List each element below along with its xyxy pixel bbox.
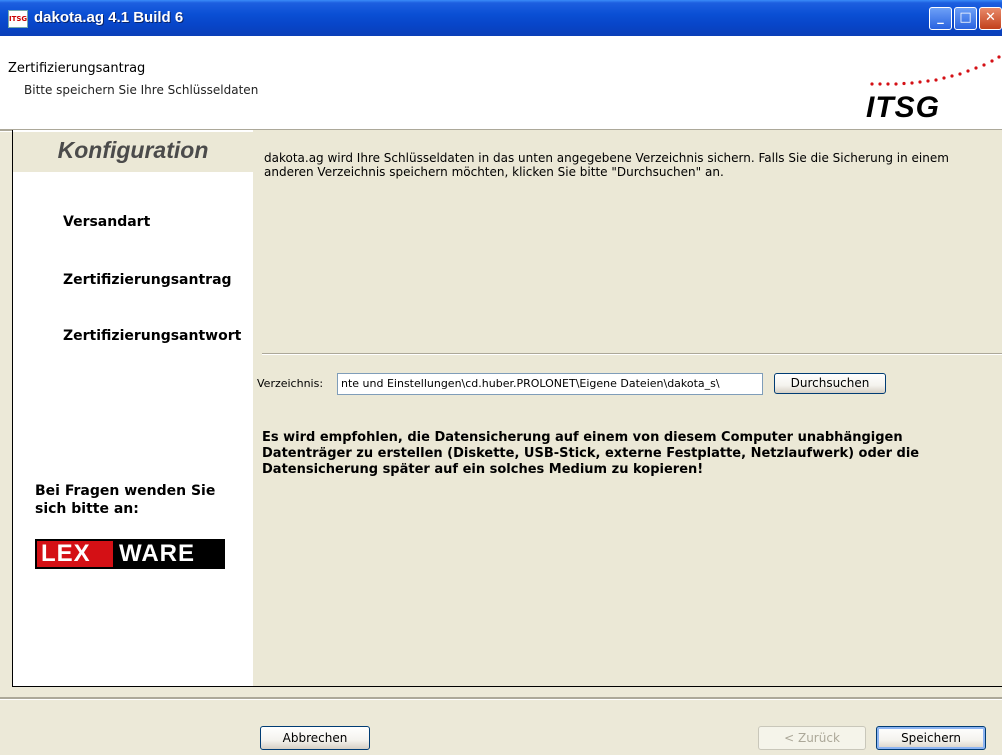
contact-text: Bei Fragen wenden Sie sich bitte an: — [35, 483, 216, 517]
close-icon[interactable]: ✕ — [979, 7, 1002, 30]
cancel-button[interactable]: Abbrechen — [260, 726, 370, 750]
title-bar[interactable]: ITSG dakota.ag 4.1 Build 6 _ □ ✕ — [0, 0, 1002, 36]
footer-divider — [0, 697, 1002, 700]
directory-label: Verzeichnis: — [257, 377, 324, 390]
wizard-header: Zertifizierungsantrag Bitte speichern Si… — [0, 36, 1002, 129]
lex-text: LEX — [41, 540, 91, 567]
ware-text: WARE — [119, 540, 195, 567]
content-divider — [262, 353, 1002, 355]
sidebar-heading: Konfiguration — [57, 137, 209, 163]
sidebar-item-zertifizierungsantrag: Zertifizierungsantrag — [63, 272, 232, 288]
sidebar-item-zertifizierungsantwort: Zertifizierungsantwort — [63, 328, 242, 344]
backup-warning: Es wird empfohlen, die Datensicherung au… — [262, 430, 920, 477]
lexware-logo: LEX WARE — [35, 539, 225, 569]
itsg-logo: ITSG — [866, 91, 941, 124]
itsg-logo-dots-icon — [870, 55, 1001, 86]
window-title: dakota.ag 4.1 Build 6 — [34, 9, 184, 26]
sidebar-heading-bar: Konfiguration — [13, 132, 253, 172]
back-button[interactable]: < Zurück — [758, 726, 866, 750]
sidebar: Konfiguration Versandart Zertifizierungs… — [12, 130, 254, 687]
browse-button[interactable]: Durchsuchen — [774, 373, 886, 394]
save-button[interactable]: Speichern — [876, 726, 986, 750]
app-icon: ITSG — [8, 10, 28, 28]
minimize-icon[interactable]: _ — [929, 7, 952, 30]
main-content: dakota.ag wird Ihre Schlüsseldaten in da… — [253, 130, 1002, 687]
page-subtitle: Bitte speichern Sie Ihre Schlüsseldaten — [24, 83, 259, 97]
maximize-icon[interactable]: □ — [954, 7, 977, 30]
directory-input[interactable]: nte und Einstellungen\cd.huber.PROLONET\… — [337, 373, 763, 395]
description-text: dakota.ag wird Ihre Schlüsseldaten in da… — [264, 151, 949, 179]
sidebar-item-versandart: Versandart — [63, 214, 151, 230]
page-title: Zertifizierungsantrag — [8, 61, 146, 76]
